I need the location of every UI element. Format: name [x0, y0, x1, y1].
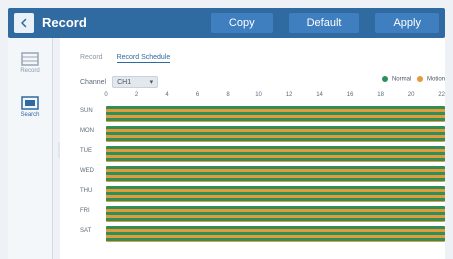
schedule-bar[interactable]: [106, 166, 445, 182]
hour-label: 0: [104, 92, 108, 98]
sidebar: Record Search: [8, 38, 64, 259]
channel-select[interactable]: CH1 ▾: [112, 76, 159, 88]
chevron-down-icon: ▾: [149, 79, 154, 86]
schedule-rows: SUN MON TUE WED THU FRI SAT: [80, 104, 445, 244]
apply-button[interactable]: Apply: [375, 13, 439, 33]
schedule-bar[interactable]: [106, 206, 445, 222]
schedule-grid: 0 2 4 6 8 10 12 14 16 18 20 22 SUN MON T…: [80, 92, 445, 252]
hour-label: 18: [377, 92, 384, 98]
hour-axis: 0 2 4 6 8 10 12 14 16 18 20 22: [104, 92, 445, 102]
day-label: SAT: [80, 228, 92, 234]
hour-label: 20: [407, 92, 415, 98]
top-bar: Record Copy Default Apply: [8, 8, 445, 38]
header-actions: Copy Default Apply: [210, 13, 439, 33]
sidebar-item-label: Record: [20, 68, 40, 74]
back-button[interactable]: [14, 13, 34, 33]
day-label: MON: [80, 128, 94, 134]
legend-item-normal: Normal: [382, 76, 411, 83]
hour-label: 12: [285, 92, 293, 98]
channel-label: Channel: [80, 78, 107, 86]
tab-record[interactable]: Record: [80, 54, 103, 63]
legend-dot-motion: [417, 76, 424, 82]
schedule-bar[interactable]: [106, 226, 445, 242]
schedule-row-sat: SAT: [80, 224, 445, 244]
day-label: WED: [80, 168, 94, 174]
copy-button[interactable]: Copy: [210, 13, 273, 33]
schedule-row-tue: TUE: [80, 144, 445, 164]
schedule-row-thu: THU: [80, 184, 445, 204]
hour-label: 4: [165, 92, 169, 98]
grid-icon: [21, 52, 39, 66]
tabs: Record Record Schedule: [80, 54, 171, 63]
legend-label: Motion: [426, 76, 445, 83]
default-button[interactable]: Default: [288, 13, 360, 33]
hour-label: 6: [195, 92, 200, 98]
hour-label: 8: [226, 92, 230, 98]
content: Record Record Schedule Channel CH1 ▾ Nor…: [60, 38, 445, 259]
page-title: Record: [42, 15, 87, 30]
video-icon: [21, 96, 39, 110]
channel-row: Channel CH1 ▾: [80, 76, 159, 88]
schedule-bar[interactable]: [106, 126, 445, 142]
day-label: SUN: [80, 108, 93, 114]
back-arrow-icon: [21, 18, 27, 28]
legend-label: Normal: [391, 76, 412, 83]
schedule-bar[interactable]: [106, 146, 445, 162]
tab-record-schedule[interactable]: Record Schedule: [116, 54, 171, 63]
hour-label: 22: [438, 92, 445, 98]
hour-label: 10: [255, 92, 262, 98]
legend-dot-normal: [382, 76, 389, 82]
schedule-row-mon: MON: [80, 124, 445, 144]
sidebar-item-search[interactable]: Search: [8, 96, 52, 118]
legend-item-motion: Motion: [417, 76, 445, 83]
day-label: FRI: [80, 208, 90, 214]
schedule-bar[interactable]: [106, 106, 445, 122]
channel-value: CH1: [117, 78, 132, 86]
day-label: TUE: [80, 148, 92, 154]
app: Record Copy Default Apply Record Search: [0, 0, 453, 259]
hour-label: 14: [316, 92, 323, 98]
hour-label: 16: [346, 92, 354, 98]
schedule-row-sun: SUN: [80, 104, 445, 124]
legend: Normal Motion: [382, 76, 445, 83]
hour-label: 2: [134, 92, 139, 98]
sidebar-item-label: Search: [20, 112, 40, 118]
schedule-row-wed: WED: [80, 164, 445, 184]
sidebar-item-record[interactable]: Record: [8, 52, 52, 74]
schedule-bar[interactable]: [106, 186, 445, 202]
schedule-row-fri: FRI: [80, 204, 445, 224]
day-label: THU: [80, 188, 93, 194]
